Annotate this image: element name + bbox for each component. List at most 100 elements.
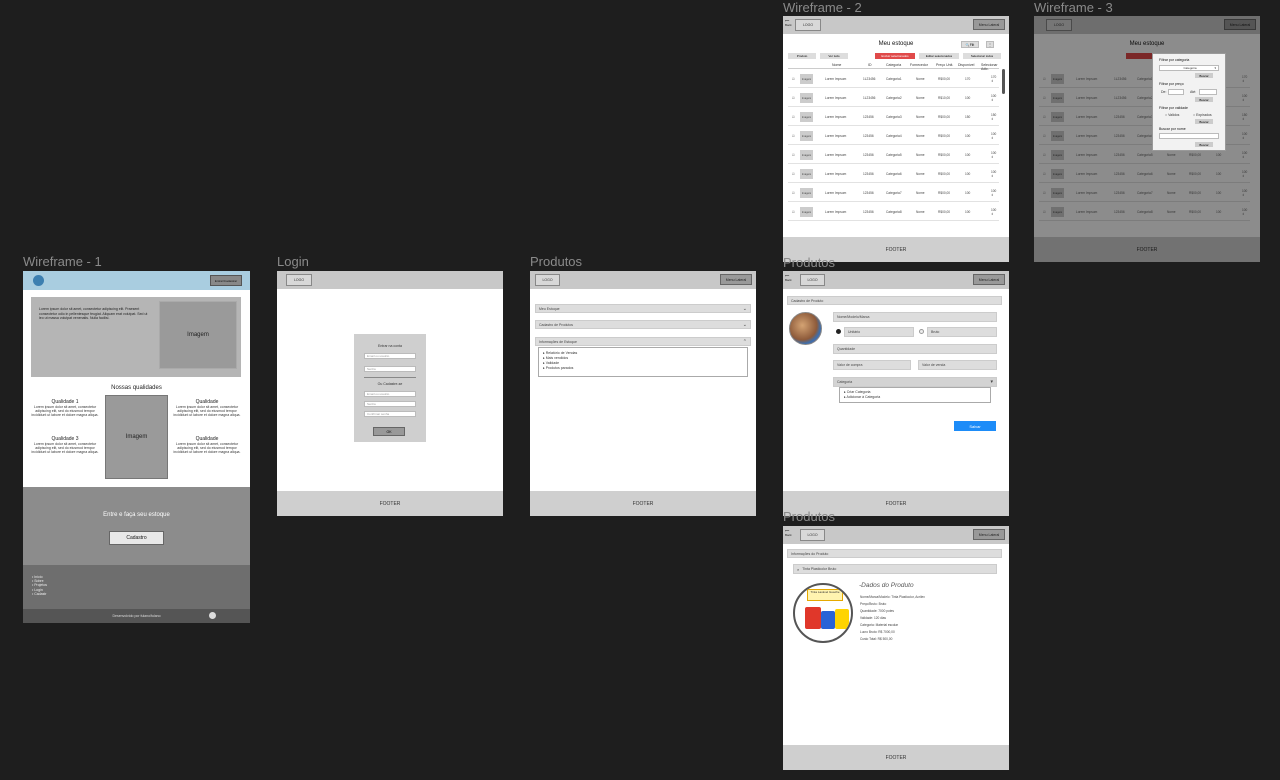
- menu-button[interactable]: Menu Lateral: [973, 274, 1005, 285]
- row-checkbox[interactable]: ☑: [792, 184, 795, 202]
- cell-name: Lorem Impsum: [825, 115, 847, 119]
- excluir-selecionados-button[interactable]: Excluir selecionados: [875, 53, 915, 59]
- email-input[interactable]: Email ou usuário: [364, 353, 416, 359]
- table-row[interactable]: ☑ Imagem Lorem Impsum 123456 Categoria5 Nome R…: [788, 146, 999, 164]
- logo-button[interactable]: LOGO: [795, 19, 821, 31]
- frame-title-wf2[interactable]: Wireframe - 2: [783, 0, 862, 15]
- table-row[interactable]: ☑ Imagem Lorem Impsum 123456 Categoria4 Nome R…: [788, 127, 999, 145]
- back-button[interactable]: ⟵ Back: [785, 274, 792, 282]
- table-row[interactable]: ☑ Imagem Lorem Impsum 123456 Categoria3 Nome R…: [788, 108, 999, 126]
- menu-button[interactable]: Menu Lateral: [973, 19, 1005, 30]
- selecionar-todos-button[interactable]: Selecionar todos: [963, 53, 1001, 59]
- name-input[interactable]: Nome/Modelo/Marca: [833, 312, 997, 322]
- register-password-input[interactable]: Senha: [364, 401, 416, 407]
- row-checkbox[interactable]: ☑: [792, 108, 795, 126]
- menu-item-adicionar-categoria[interactable]: ▸ Adicionar à Categoria: [844, 395, 880, 400]
- ok-button[interactable]: OK: [373, 427, 405, 436]
- cell-stepper[interactable]: 100 ⇕: [991, 203, 999, 221]
- row-checkbox[interactable]: ☑: [792, 70, 795, 88]
- buy-price-input[interactable]: Valor de compra: [833, 360, 911, 370]
- frame-title-wf1[interactable]: Wireframe - 1: [23, 254, 102, 269]
- table-row[interactable]: ☑ Imagem Lorem Impsum 1L23456 Categoria2 Nome…: [788, 89, 999, 107]
- frame-login[interactable]: LOGO Entrar na conta Email ou usuário Se…: [277, 271, 503, 516]
- radio-bruto[interactable]: [919, 329, 924, 334]
- row-checkbox[interactable]: ☑: [792, 89, 795, 107]
- section-cadastro-produtos[interactable]: Cadastro de Produtos ⌄: [535, 320, 751, 329]
- editar-selecionados-button[interactable]: Editar selecionados: [919, 53, 959, 59]
- frame-produtos[interactable]: LOGO Menu Lateral Meu Estoque ⌄ Cadastro …: [530, 271, 756, 516]
- logo-button[interactable]: LOGO: [535, 274, 560, 286]
- back-button[interactable]: ⟵ Back: [785, 529, 792, 537]
- cell-stepper[interactable]: 100 ⇕: [991, 89, 999, 107]
- cell-name: Lorem Impsum: [825, 77, 847, 81]
- radio-expirados[interactable]: ○ Expirados: [1193, 113, 1212, 117]
- frame-cadastro-produto[interactable]: ⟵ Back LOGO Menu Lateral Cadastro de Prod…: [783, 271, 1009, 516]
- section-meu-estoque[interactable]: Meu Estoque ⌄: [535, 304, 751, 313]
- sell-price-input[interactable]: Valor de venda: [918, 360, 997, 370]
- section-informacoes-estoque[interactable]: Informações de Estoque ⌃: [535, 337, 751, 346]
- row-checkbox[interactable]: ☑: [792, 203, 795, 221]
- product-search-input[interactable]: ⌕ Tinta Plasticolor Bruto: [793, 564, 997, 574]
- back-button[interactable]: ⟵ Back: [785, 19, 792, 27]
- table-row[interactable]: ☑ Imagem Lorem Impsum 123456 Categoria8 Nome R…: [788, 203, 999, 221]
- menu-button[interactable]: Menu Lateral: [720, 274, 752, 285]
- category-dropdown[interactable]: Categoria ▾: [833, 377, 997, 387]
- search-button-3[interactable]: Buscar: [1195, 119, 1213, 124]
- search-button-2[interactable]: Buscar: [1195, 97, 1213, 102]
- enter-label: Entrar na conta: [378, 344, 402, 348]
- table-row[interactable]: ☑ Imagem Lorem Impsum 123456 Categoria6 Nome R…: [788, 165, 999, 183]
- frame-title-detalhe[interactable]: Produtos: [783, 509, 835, 524]
- produto-button[interactable]: Produto: [788, 53, 816, 59]
- frame-detalhe-produto[interactable]: ⟵ Back LOGO Menu Lateral Informações do P…: [783, 526, 1009, 770]
- footer-link[interactable]: • Projetos: [32, 583, 47, 587]
- save-button[interactable]: Salvar: [954, 421, 996, 431]
- frame-title-cadastro[interactable]: Produtos: [783, 255, 835, 270]
- radio-unitario[interactable]: [836, 329, 841, 334]
- scrollbar[interactable]: [1002, 69, 1005, 94]
- frame-wireframe-1[interactable]: Entrar/Cadastrar Lorem ipsum dolor sit a…: [23, 271, 250, 623]
- radio-validos[interactable]: ○ Validos: [1165, 113, 1179, 117]
- price-to-input[interactable]: [1199, 89, 1217, 95]
- logo-button[interactable]: LOGO: [800, 529, 825, 541]
- row-checkbox[interactable]: ☑: [792, 127, 795, 145]
- row-checkbox[interactable]: ☑: [792, 146, 795, 164]
- ver-tudo-button[interactable]: Ver tudo: [820, 53, 848, 59]
- search-button-1[interactable]: Buscar: [1195, 73, 1213, 78]
- register-email-input[interactable]: Email ou usuário: [364, 391, 416, 397]
- cell-stepper[interactable]: 100 ⇕: [991, 165, 999, 183]
- search-button-4[interactable]: Buscar: [1195, 142, 1213, 147]
- cell-name: Lorem Impsum: [825, 96, 847, 100]
- name-search-input[interactable]: [1159, 133, 1219, 139]
- bruto-option[interactable]: Bruto: [927, 327, 997, 337]
- price-from-input[interactable]: [1168, 89, 1184, 95]
- table-row[interactable]: ☑ Imagem Lorem Impsum 123456 Categoria7 Nome R…: [788, 184, 999, 202]
- cell-stepper[interactable]: 150 ⇕: [991, 108, 999, 126]
- frame-title-login[interactable]: Login: [277, 254, 309, 269]
- cell-stepper[interactable]: 100 ⇕: [991, 184, 999, 202]
- confirm-password-input[interactable]: Confirmar senha: [364, 411, 416, 417]
- frame-title-wf3[interactable]: Wireframe - 3: [1034, 0, 1113, 15]
- table-row[interactable]: ☑ Imagem Lorem Impsum 1L23456 Categoria1 Nome…: [788, 70, 999, 88]
- frame-wireframe-3[interactable]: LOGO Menu Lateral Meu estoque ☑ Imagem Lor…: [1034, 16, 1260, 262]
- menu-button[interactable]: Menu Lateral: [973, 529, 1005, 540]
- filter-button[interactable]: 🔍 Filt: [961, 41, 979, 48]
- cell-stepper[interactable]: 170 ⇕: [991, 70, 999, 88]
- github-icon[interactable]: [209, 612, 216, 619]
- modal-overlay[interactable]: [1034, 16, 1260, 262]
- more-icon[interactable]: ⋮: [986, 41, 994, 48]
- password-input[interactable]: Senha: [364, 366, 416, 372]
- frame-wireframe-2[interactable]: ⟵ Back LOGO Menu Lateral Meu estoque 🔍 Fil…: [783, 16, 1009, 262]
- logo-button[interactable]: LOGO: [800, 274, 825, 286]
- cell-stepper[interactable]: 100 ⇕: [991, 146, 999, 164]
- submenu-items[interactable]: ▸ Relatório de Vendas ▸ Mais vendidos ▸ …: [543, 351, 577, 371]
- frame-title-produtos[interactable]: Produtos: [530, 254, 582, 269]
- login-register-button[interactable]: Entrar/Cadastrar: [210, 275, 242, 286]
- cadastro-button[interactable]: Cadastro: [109, 531, 164, 545]
- cell-stepper[interactable]: 100 ⇕: [991, 127, 999, 145]
- row-checkbox[interactable]: ☑: [792, 165, 795, 183]
- unitario-option[interactable]: Unitário: [844, 327, 914, 337]
- category-select[interactable]: Categoria ▾: [1159, 65, 1219, 71]
- logo-button[interactable]: LOGO: [286, 274, 312, 286]
- footer-link[interactable]: • Cadastr: [32, 592, 47, 596]
- quantity-input[interactable]: Quantidade: [833, 344, 997, 354]
